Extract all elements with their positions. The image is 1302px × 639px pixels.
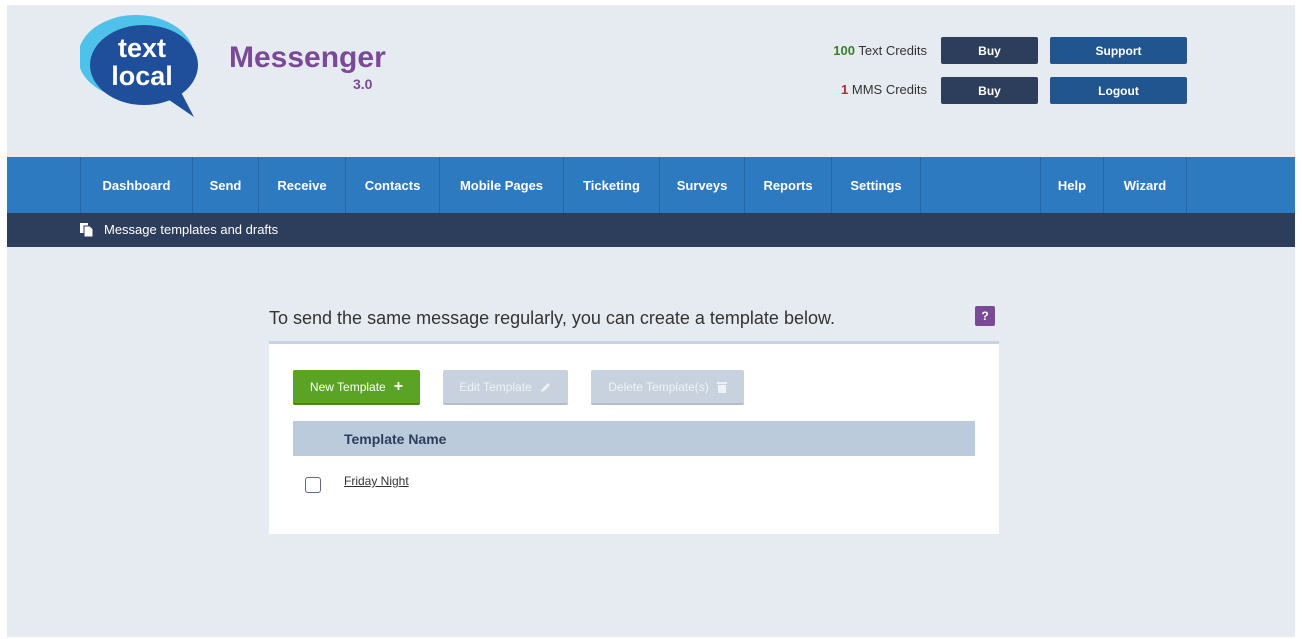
mms-credits-count: 1 [841, 82, 849, 97]
new-template-button[interactable]: New Template + [293, 370, 420, 405]
delete-templates-label: Delete Template(s) [608, 379, 709, 394]
brand-name: Messenger [229, 41, 386, 74]
template-name-header: Template Name [344, 431, 447, 447]
main-nav: Dashboard Send Receive Contacts Mobile P… [7, 157, 1295, 213]
nav-mobile-pages[interactable]: Mobile Pages [440, 157, 564, 213]
delete-templates-button[interactable]: Delete Template(s) [591, 370, 744, 405]
nav-dashboard[interactable]: Dashboard [80, 157, 193, 213]
edit-template-button[interactable]: Edit Template [443, 370, 568, 405]
logo-text-line1: text [118, 33, 166, 63]
row-checkbox[interactable] [305, 477, 321, 493]
document-icon [80, 223, 94, 237]
mms-credits: 1 MMS Credits [841, 82, 927, 97]
textlocal-logo[interactable]: text local [80, 13, 208, 117]
buy-text-credits-button[interactable]: Buy [941, 37, 1038, 64]
template-link[interactable]: Friday Night [344, 474, 409, 488]
buy-mms-credits-button[interactable]: Buy [941, 77, 1038, 104]
nav-ticketing[interactable]: Ticketing [564, 157, 660, 213]
text-credits-label: Text Credits [858, 43, 927, 58]
breadcrumb-text: Message templates and drafts [104, 222, 279, 237]
text-credits-count: 100 [833, 43, 855, 58]
support-button[interactable]: Support [1050, 37, 1187, 64]
mms-credits-label: MMS Credits [851, 82, 927, 97]
plus-icon: + [393, 377, 404, 395]
nav-receive[interactable]: Receive [259, 157, 346, 213]
logout-button[interactable]: Logout [1050, 77, 1187, 104]
brand-version: 3.0 [353, 76, 373, 92]
help-icon[interactable]: ? [975, 306, 995, 326]
intro-text: To send the same message regularly, you … [269, 308, 835, 328]
nav-contacts[interactable]: Contacts [346, 157, 440, 213]
table-header: Template Name [293, 421, 975, 456]
breadcrumb-bar: Message templates and drafts [7, 213, 1295, 247]
new-template-label: New Template [309, 379, 386, 394]
trash-icon [716, 381, 727, 393]
nav-send[interactable]: Send [193, 157, 259, 213]
page: text local Messenger 3.0 100 Text Credit… [7, 5, 1295, 637]
nav-settings[interactable]: Settings [832, 157, 921, 213]
text-credits: 100 Text Credits [833, 43, 927, 58]
nav-help[interactable]: Help [1041, 157, 1104, 213]
nav-spacer [921, 157, 1041, 213]
nav-reports[interactable]: Reports [745, 157, 832, 213]
nav-wizard[interactable]: Wizard [1104, 157, 1187, 213]
pencil-icon [540, 382, 550, 392]
logo-text-line2: local [111, 61, 173, 91]
nav-surveys[interactable]: Surveys [660, 157, 745, 213]
templates-panel: New Template + Edit Template Delete Temp… [269, 341, 999, 534]
edit-template-label: Edit Template [459, 379, 532, 394]
